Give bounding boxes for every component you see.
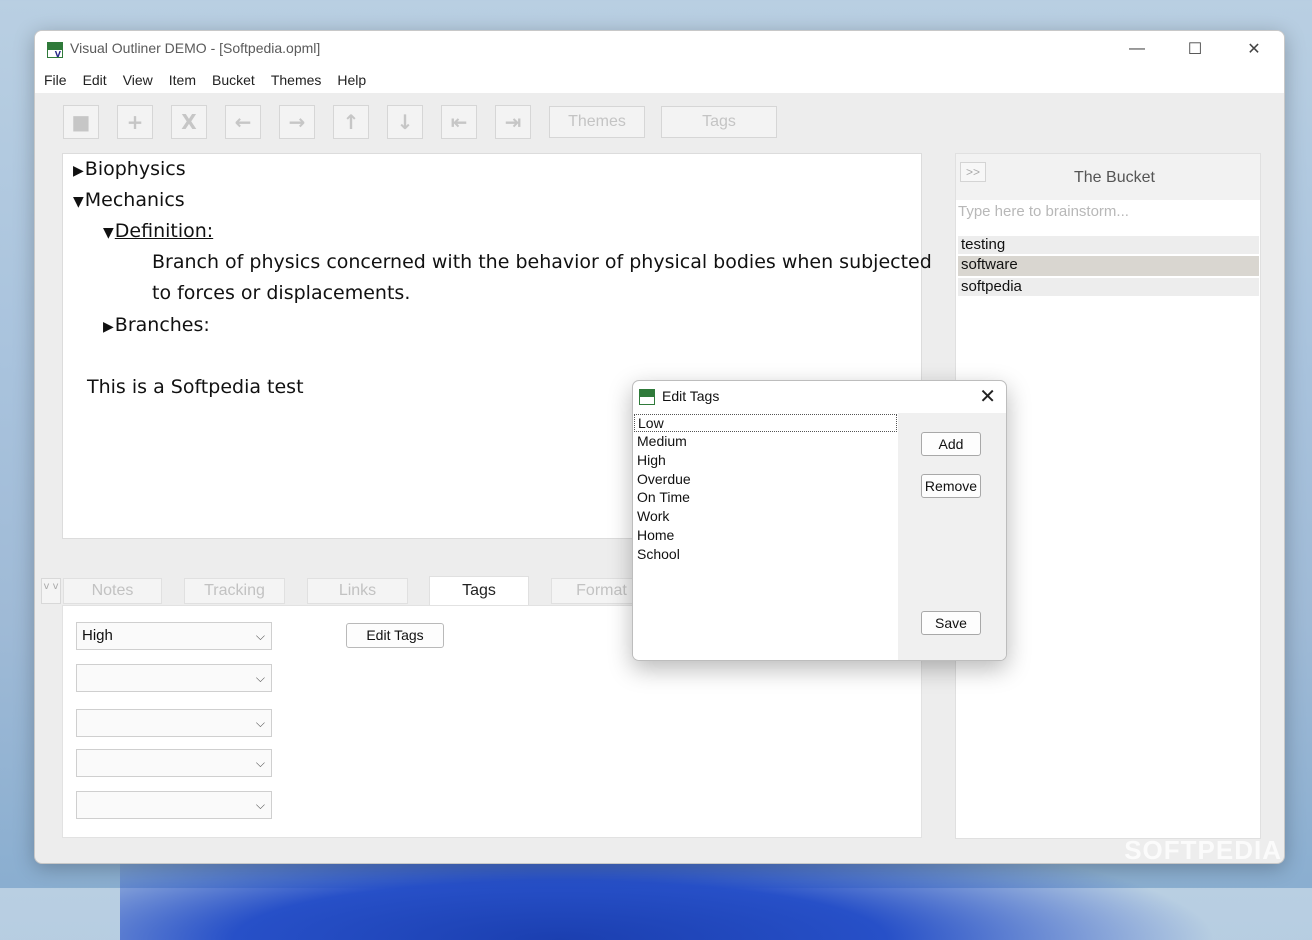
tag-select-3[interactable]: ⌵ (76, 709, 272, 737)
menu-item[interactable]: Item (169, 72, 196, 88)
brainstorm-input[interactable]: Type here to brainstorm... (958, 203, 1129, 220)
chevron-down-icon: ⌵ (255, 798, 265, 812)
edit-tags-dialog: Edit Tags ✕ Low Medium High Overdue On T… (632, 380, 1007, 661)
menu-view[interactable]: View (123, 72, 153, 88)
dialog-title: Edit Tags (662, 388, 720, 404)
outline-item-label: Branches: (114, 314, 210, 336)
themes-button[interactable]: Themes (549, 106, 645, 138)
outline-item-label: Mechanics (84, 189, 185, 211)
tag-select-5[interactable]: ⌵ (76, 791, 272, 819)
close-button[interactable]: ✕ (1225, 31, 1283, 67)
menu-bar: File Edit View Item Bucket Themes Help (35, 67, 1284, 93)
arrow-right-icon: → (288, 110, 306, 134)
outline-item-text[interactable]: to forces or displacements. (152, 282, 410, 304)
collapse-panel-icon[interactable]: v v (41, 578, 61, 604)
outline-item-mechanics[interactable]: ▼Mechanics (73, 189, 185, 211)
bucket-item-selected[interactable]: software (958, 256, 1259, 276)
bucket-item[interactable]: testing (958, 236, 1259, 254)
expand-button[interactable]: ⇥ (495, 105, 531, 139)
collapse-button[interactable]: ⇤ (441, 105, 477, 139)
tag-select-4[interactable]: ⌵ (76, 749, 272, 777)
tag-list-item[interactable]: Low (634, 414, 897, 432)
add-button[interactable]: + (117, 105, 153, 139)
bucket-title: The Bucket (1074, 169, 1155, 186)
tab-tracking[interactable]: Tracking (184, 578, 285, 604)
bucket-toggle-icon[interactable]: >> (960, 162, 986, 182)
minimize-button[interactable]: — (1108, 31, 1166, 67)
app-icon (47, 42, 63, 59)
collapse-triangle-icon[interactable]: ▼ (73, 194, 84, 210)
collapse-left-icon: ⇤ (450, 110, 468, 134)
tag-list-item[interactable]: High (637, 452, 666, 468)
window-title: Visual Outliner DEMO - [Softpedia.opml] (70, 40, 321, 56)
menu-edit[interactable]: Edit (83, 72, 107, 88)
move-right-button[interactable]: → (279, 105, 315, 139)
outline-item-definition[interactable]: ▼Definition: (103, 220, 213, 242)
tab-links[interactable]: Links (307, 578, 408, 604)
tag-select-value: High (82, 627, 113, 644)
save-button[interactable]: Save (921, 611, 981, 635)
collapse-triangle-icon[interactable]: ▼ (103, 225, 114, 241)
stop-icon: ■ (71, 110, 91, 134)
bucket-item[interactable]: softpedia (958, 278, 1259, 296)
tag-select-2[interactable]: ⌵ (76, 664, 272, 692)
tag-list-item[interactable]: School (637, 546, 680, 562)
tag-select-1[interactable]: High ⌵ (76, 622, 272, 650)
chevron-down-icon: ⌵ (255, 716, 265, 730)
toolbar: ■ + X ← → ↑ ↓ ⇤ ⇥ Themes Tags (63, 105, 793, 139)
menu-themes[interactable]: Themes (271, 72, 322, 88)
move-up-button[interactable]: ↑ (333, 105, 369, 139)
title-bar: Visual Outliner DEMO - [Softpedia.opml] … (35, 31, 1284, 67)
tag-list-item[interactable]: Home (637, 527, 674, 543)
arrow-up-icon: ↑ (342, 110, 360, 134)
menu-help[interactable]: Help (337, 72, 366, 88)
chevron-down-icon: ⌵ (255, 671, 265, 685)
close-icon[interactable]: ✕ (979, 384, 996, 409)
move-down-button[interactable]: ↓ (387, 105, 423, 139)
outline-item-softpedia-test[interactable]: This is a Softpedia test (87, 376, 304, 398)
maximize-button[interactable]: ☐ (1166, 31, 1224, 67)
outline-item-biophysics[interactable]: ▶Biophysics (73, 158, 186, 180)
outline-item-text[interactable]: Branch of physics concerned with the beh… (152, 251, 932, 273)
delete-button[interactable]: X (171, 105, 207, 139)
menu-file[interactable]: File (44, 72, 67, 88)
outline-item-label: Biophysics (84, 158, 186, 180)
tab-tags[interactable]: Tags (429, 576, 529, 606)
add-icon: + (126, 110, 144, 134)
watermark: SOFTPEDIA (1124, 835, 1282, 865)
tag-list-item[interactable]: On Time (637, 489, 690, 505)
arrow-down-icon: ↓ (396, 110, 414, 134)
tab-notes[interactable]: Notes (63, 578, 162, 604)
tag-list[interactable]: Low Medium High Overdue On Time Work Hom… (633, 413, 898, 660)
add-button[interactable]: Add (921, 432, 981, 456)
tag-list-item[interactable]: Overdue (637, 471, 691, 487)
dialog-button-panel: Add Remove Save (898, 413, 1006, 660)
arrow-left-icon: ← (234, 110, 252, 134)
expand-triangle-icon[interactable]: ▶ (103, 319, 114, 335)
remove-button[interactable]: Remove (921, 474, 981, 498)
stop-button[interactable]: ■ (63, 105, 99, 139)
expand-right-icon: ⇥ (504, 110, 522, 134)
outline-item-branches[interactable]: ▶Branches: (103, 314, 210, 336)
expand-triangle-icon[interactable]: ▶ (73, 163, 84, 179)
delete-icon: X (181, 110, 197, 134)
edit-tags-button[interactable]: Edit Tags (346, 623, 444, 648)
chevron-down-icon: ⌵ (255, 629, 265, 643)
chevron-down-icon: ⌵ (255, 756, 265, 770)
tag-list-item[interactable]: Work (637, 508, 669, 524)
move-left-button[interactable]: ← (225, 105, 261, 139)
app-icon (639, 389, 655, 405)
menu-bucket[interactable]: Bucket (212, 72, 255, 88)
tags-button[interactable]: Tags (661, 106, 777, 138)
bucket-header: >> The Bucket (956, 154, 1260, 200)
tag-list-item[interactable]: Medium (637, 433, 687, 449)
outline-item-label: Definition: (114, 220, 214, 242)
